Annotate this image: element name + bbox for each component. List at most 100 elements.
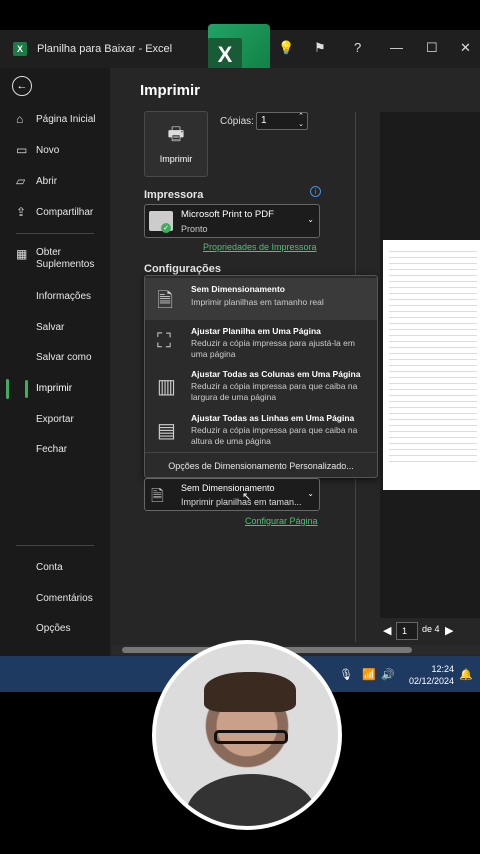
page-number-input[interactable]: 1 <box>396 622 418 640</box>
prev-page-icon[interactable]: ◀ <box>383 624 391 637</box>
fit-rows-icon: ▤ <box>157 420 176 442</box>
minimize-button[interactable]: — <box>390 40 403 55</box>
close-button[interactable]: ✕ <box>460 40 471 56</box>
sidebar-item-print[interactable]: Imprimir <box>6 379 73 399</box>
option-title: Sem Dimensionamento <box>191 284 285 294</box>
folder-icon: ▱ <box>16 174 26 188</box>
sidebar-item-label: Obter Suplementos <box>36 247 95 270</box>
info-icon[interactable]: i <box>310 186 321 197</box>
copies-label: Cópias: <box>220 116 254 127</box>
copies-value: 1 <box>261 115 267 126</box>
copies-input[interactable]: 1 ⌃ ⌄ <box>256 112 308 130</box>
printer-name: Microsoft Print to PDF <box>181 209 274 220</box>
scaling-option-fit-sheet[interactable]: ⛶ Ajustar Planilha em Uma Página Reduzir… <box>145 322 377 366</box>
microphone-icon[interactable]: 🎙 <box>339 668 353 681</box>
sidebar-item-open[interactable]: ▱ Abrir <box>16 174 57 188</box>
preview-page <box>383 240 480 490</box>
sidebar-divider <box>16 233 94 234</box>
sidebar-item-close[interactable]: Fechar <box>36 444 67 455</box>
clock-time: 12:24 <box>431 664 454 674</box>
sidebar-item-export[interactable]: Exportar <box>36 414 74 425</box>
excel-logo-letter: X <box>208 38 242 72</box>
settings-section-title: Configurações <box>144 263 222 275</box>
person-shirt <box>186 774 316 826</box>
printer-icon: 🖶 <box>167 124 185 144</box>
home-icon: ⌂ <box>16 112 24 126</box>
print-button-label: Imprimir <box>159 154 193 164</box>
custom-scaling-option[interactable]: Opções de Dimensionamento Personalizado.… <box>145 452 377 478</box>
fit-columns-icon: ▥ <box>157 376 176 398</box>
preview-table <box>389 246 477 466</box>
chevron-down-icon: ⌄ <box>307 489 314 498</box>
notification-bell-icon[interactable]: 🔔 <box>459 668 473 681</box>
sidebar-item-save-as[interactable]: Salvar como <box>36 352 92 363</box>
scaling-select[interactable]: 🗎 Sem Dimensionamento Imprimir planilhas… <box>144 478 320 511</box>
option-desc: Imprimir planilhas em tamanho real <box>191 297 324 307</box>
addins-icon: ▦ <box>16 247 28 261</box>
sidebar-item-feedback[interactable]: Comentários <box>36 593 93 604</box>
excel-icon: X <box>13 42 27 56</box>
no-scaling-icon: 🗎 <box>157 290 174 312</box>
option-desc: Reduzir a cópia impressa para que caiba … <box>191 425 358 446</box>
scaling-option-none[interactable]: 🗎 Sem Dimensionamento Imprimir planilhas… <box>145 278 377 320</box>
option-desc: Reduzir a cópia impressa para que caiba … <box>191 381 358 402</box>
check-icon: ✓ <box>161 223 171 233</box>
wifi-icon[interactable]: 📶 <box>362 668 376 681</box>
sidebar-item-label: Fechar <box>36 444 68 455</box>
sidebar-item-options[interactable]: Opções <box>36 623 70 634</box>
option-title: Ajustar Todas as Linhas em Uma Página <box>191 413 355 423</box>
active-indicator <box>6 379 9 399</box>
sidebar-item-label: Comentários <box>36 593 93 604</box>
print-button[interactable]: 🖶 Imprimir <box>144 111 208 177</box>
webcam-overlay <box>152 640 342 830</box>
person-glasses <box>214 730 288 744</box>
new-document-icon: ▭ <box>16 143 28 157</box>
sidebar-item-label: Conta <box>36 562 63 573</box>
no-scaling-icon: 🗎 <box>151 488 164 505</box>
sidebar-item-label: Página Inicial <box>36 113 96 125</box>
window-title: Planilha para Baixar - Excel <box>37 43 173 55</box>
printer-status: Pronto <box>181 224 208 234</box>
lightbulb-icon[interactable]: 💡 <box>278 40 294 56</box>
maximize-button[interactable]: ☐ <box>426 40 438 56</box>
printer-select[interactable]: ✓ Microsoft Print to PDF Pronto ⌄ <box>144 204 320 238</box>
sidebar-item-label: Informações <box>36 291 92 302</box>
option-desc: Reduzir a cópia impressa para ajustá-la … <box>191 338 355 359</box>
share-icon: ⇪ <box>16 205 27 219</box>
scaling-option-fit-rows[interactable]: ▤ Ajustar Todas as Linhas em Uma Página … <box>145 410 377 452</box>
scaling-menu: 🗎 Sem Dimensionamento Imprimir planilhas… <box>144 275 378 478</box>
sidebar-item-label: Novo <box>36 144 60 156</box>
stepper-arrows-icon[interactable]: ⌃ ⌄ <box>298 113 304 129</box>
sidebar-item-label: Abrir <box>36 175 58 187</box>
sidebar-item-new[interactable]: ▭ Novo <box>16 143 59 157</box>
sidebar-divider <box>16 545 94 546</box>
fit-sheet-icon: ⛶ <box>157 330 171 352</box>
sidebar-item-info[interactable]: Informações <box>36 291 91 302</box>
scaling-option-fit-columns[interactable]: ▥ Ajustar Todas as Colunas em Uma Página… <box>145 366 377 410</box>
scaling-select-title: Sem Dimensionamento <box>181 483 275 493</box>
next-page-icon[interactable]: ▶ <box>445 624 453 637</box>
sidebar-item-label: Exportar <box>36 414 74 425</box>
sidebar-item-home[interactable]: ⌂ Página Inicial <box>16 112 95 126</box>
sidebar-item-save[interactable]: Salvar <box>36 322 64 333</box>
sidebar-item-label: Imprimir <box>36 383 73 394</box>
page-total: de 4 <box>422 624 440 634</box>
clock[interactable]: 12:24 02/12/2024 <box>409 663 454 687</box>
sidebar-item-label: Salvar como <box>36 352 92 363</box>
sidebar-item-account[interactable]: Conta <box>36 562 63 573</box>
printer-section-title: Impressora <box>144 189 204 201</box>
sidebar-item-share[interactable]: ⇪ Compartilhar <box>16 205 93 219</box>
mouse-cursor-icon: ↖ <box>242 491 252 503</box>
printer-properties-link[interactable]: Propriedades de Impressora <box>203 242 317 252</box>
configure-page-link[interactable]: Configurar Página <box>245 516 318 526</box>
sidebar-item-label: Opções <box>36 623 71 634</box>
clock-date: 02/12/2024 <box>408 676 454 686</box>
help-icon[interactable]: ? <box>354 40 361 55</box>
feedback-icon[interactable]: ⚑ <box>314 40 326 56</box>
back-arrow-icon[interactable]: ← <box>12 76 32 96</box>
sidebar-item-label: Compartilhar <box>36 206 94 218</box>
sidebar-item-addins[interactable]: ▦ Obter Suplementos <box>16 247 96 271</box>
person-hair <box>204 672 296 712</box>
chevron-down-icon: ⌄ <box>307 215 314 224</box>
volume-icon[interactable]: 🔊 <box>381 668 395 681</box>
